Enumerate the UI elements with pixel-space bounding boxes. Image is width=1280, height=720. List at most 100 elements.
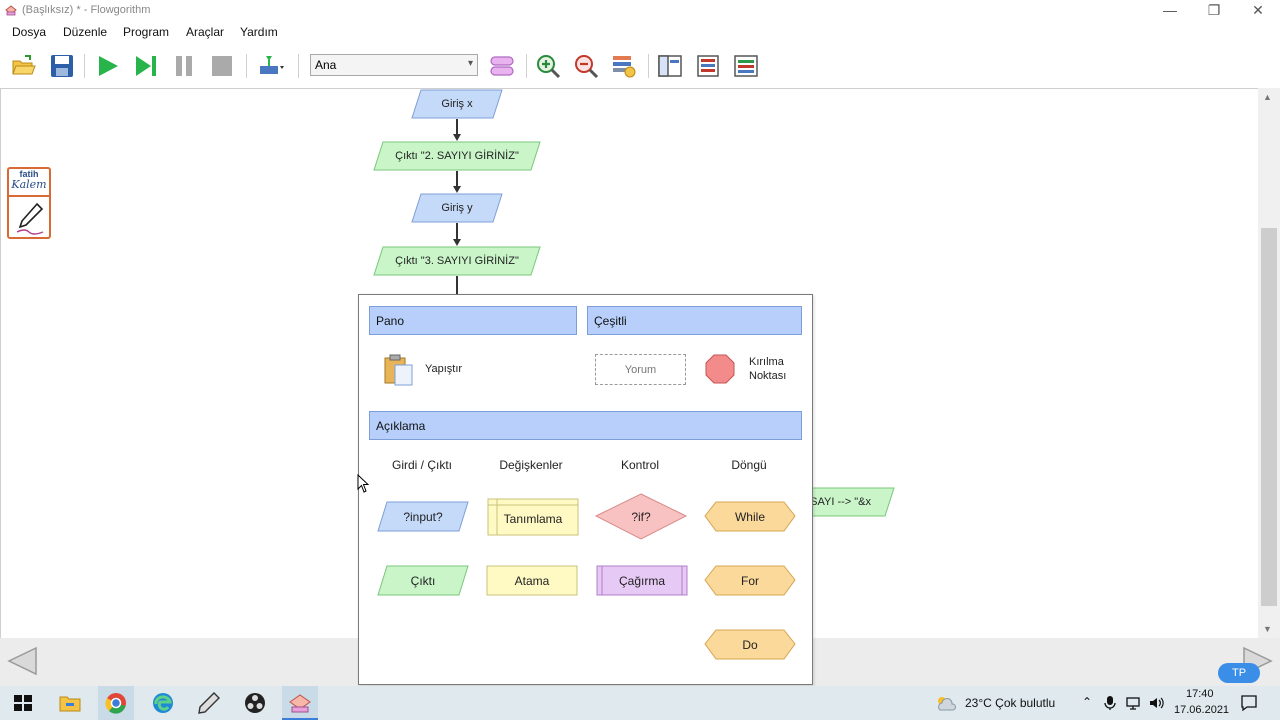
menu-araclar[interactable]: Araçlar (186, 25, 224, 39)
output-shape-label: Çıktı (410, 573, 436, 588)
menu-bar: Dosya Düzenle Program Araçlar Yardım (0, 22, 1280, 44)
mouse-cursor-icon (357, 474, 370, 493)
menu-dosya[interactable]: Dosya (12, 25, 46, 39)
while-shape-label: While (734, 509, 765, 524)
comment-label: Yorum (624, 363, 657, 376)
step-icon[interactable] (132, 52, 160, 80)
if-shape-item[interactable]: ?if? (595, 493, 687, 540)
declare-shape-label: Tanımlama (503, 512, 563, 526)
title-bar: (Başlıksız) * - Flowgorithm — ❐ ✕ (0, 0, 1280, 22)
breakpoint-item[interactable]: Kırılma Noktası (704, 353, 804, 387)
column-header-control: Kontrol (620, 458, 660, 472)
chrome-icon[interactable] (103, 690, 129, 716)
windows-start-icon[interactable] (10, 690, 36, 716)
flow-shape-label: Giriş x (441, 98, 473, 110)
output-shape-item[interactable]: Çıktı (377, 565, 469, 596)
connector-line (456, 171, 458, 187)
chevron-up-icon[interactable]: ⌃ (1082, 695, 1092, 709)
connector-arrow (453, 186, 461, 193)
scrollbar-thumb[interactable] (1261, 228, 1277, 606)
input-shape-item[interactable]: ?input? (377, 501, 469, 532)
menu-program[interactable]: Program (123, 25, 169, 39)
do-shape-label: Do (742, 637, 758, 652)
clock-time[interactable]: 17:40 (1186, 688, 1214, 700)
call-shape-item[interactable]: Çağırma (596, 565, 688, 596)
flow-input-shape[interactable]: Giriş y (411, 193, 503, 223)
window-layout-3-icon[interactable] (732, 52, 760, 80)
notification-icon[interactable] (1240, 694, 1258, 712)
window-layout-1-icon[interactable] (656, 52, 684, 80)
section-header-pano: Pano (369, 306, 577, 335)
windows-taskbar: 23°C Çok bulutlu ⌃ 17:40 17.06.2021 (0, 686, 1280, 720)
call-shape-label: Çağırma (618, 573, 665, 588)
layout-icon[interactable] (488, 52, 516, 80)
obs-icon[interactable] (242, 690, 268, 716)
microphone-icon[interactable] (1103, 695, 1117, 711)
column-header-loop: Döngü (731, 458, 767, 472)
clock-date[interactable]: 17.06.2021 (1174, 704, 1229, 716)
paste-item[interactable]: Yapıştır (383, 353, 483, 387)
minimize-button[interactable]: — (1148, 0, 1192, 22)
scroll-up-icon[interactable]: ▲ (1263, 92, 1272, 102)
weather-text[interactable]: 23°C Çok bulutlu (965, 696, 1055, 710)
maximize-button[interactable]: ❐ (1192, 0, 1236, 22)
toolbar-separator (648, 54, 649, 78)
if-shape-label: ?if? (631, 509, 651, 524)
connector-line (456, 276, 458, 296)
save-icon[interactable] (48, 52, 76, 80)
window-title: (Başlıksız) * - Flowgorithm (22, 4, 151, 16)
zoom-out-icon[interactable] (572, 52, 600, 80)
network-icon[interactable] (1125, 695, 1141, 711)
flow-output-shape[interactable]: Çıktı "2. SAYIYI GİRİNİZ" (373, 141, 541, 171)
flowgorithm-taskbar-icon[interactable] (287, 690, 313, 716)
fatih-logo-line2: Kalem (11, 178, 47, 191)
flow-input-shape[interactable]: Giriş x (411, 89, 503, 119)
close-button[interactable]: ✕ (1236, 0, 1280, 22)
column-header-io: Girdi / Çıktı (391, 458, 452, 472)
scroll-down-icon[interactable]: ▼ (1263, 624, 1272, 634)
fatih-kalem-widget[interactable]: fatih Kalem (7, 167, 51, 239)
edge-icon[interactable] (150, 690, 176, 716)
volume-icon[interactable] (1148, 695, 1164, 711)
flowgorithm-app-icon (5, 5, 17, 16)
toolbar-separator (84, 54, 85, 78)
window-layout-2-icon[interactable] (694, 52, 722, 80)
stop-icon[interactable] (208, 52, 236, 80)
arrow-left-icon[interactable] (6, 644, 40, 678)
breakpoint-octagon-icon (705, 354, 735, 384)
clipboard-icon (384, 354, 413, 386)
connector-line (456, 119, 458, 135)
for-shape-label: For (741, 573, 759, 588)
toolbar (0, 44, 1280, 88)
zoom-in-icon[interactable] (534, 52, 562, 80)
weather-cloud-icon[interactable] (934, 694, 958, 712)
declare-shape-item[interactable]: Tanımlama (487, 498, 579, 536)
do-shape-item[interactable]: Do (704, 629, 796, 660)
assign-shape-item[interactable]: Atama (486, 565, 578, 596)
flow-shape-label: Giriş y (441, 202, 473, 214)
section-header-aciklama: Açıklama (369, 411, 802, 440)
for-shape-item[interactable]: For (704, 565, 796, 596)
toolbar-separator (246, 54, 247, 78)
fatih-logo: fatih Kalem (9, 169, 49, 197)
menu-duzenle[interactable]: Düzenle (63, 25, 107, 39)
tp-badge[interactable]: TP (1218, 663, 1260, 683)
paste-label: Yapıştır (425, 363, 463, 375)
menu-yardim[interactable]: Yardım (240, 25, 278, 39)
flow-shape-label: Çıktı "3. SAYIYI GİRİNİZ" (395, 255, 519, 267)
flow-output-shape[interactable]: Çıktı "3. SAYIYI GİRİNİZ" (373, 246, 541, 276)
run-icon[interactable] (94, 52, 122, 80)
pen-tool-icon[interactable] (196, 690, 222, 716)
vertical-scrollbar[interactable]: ▲ ▼ (1258, 88, 1280, 640)
function-select[interactable]: Ana ▾ (310, 54, 478, 76)
pause-icon[interactable] (170, 52, 198, 80)
open-icon[interactable] (10, 52, 38, 80)
while-shape-item[interactable]: While (704, 501, 796, 532)
toolbar-separator (526, 54, 527, 78)
comment-item[interactable]: Yorum (595, 354, 686, 385)
file-explorer-icon[interactable] (57, 690, 83, 716)
run-options-icon[interactable] (256, 52, 284, 80)
pen-icon (16, 202, 44, 235)
toolbar-separator (298, 54, 299, 78)
variables-icon[interactable] (610, 52, 638, 80)
